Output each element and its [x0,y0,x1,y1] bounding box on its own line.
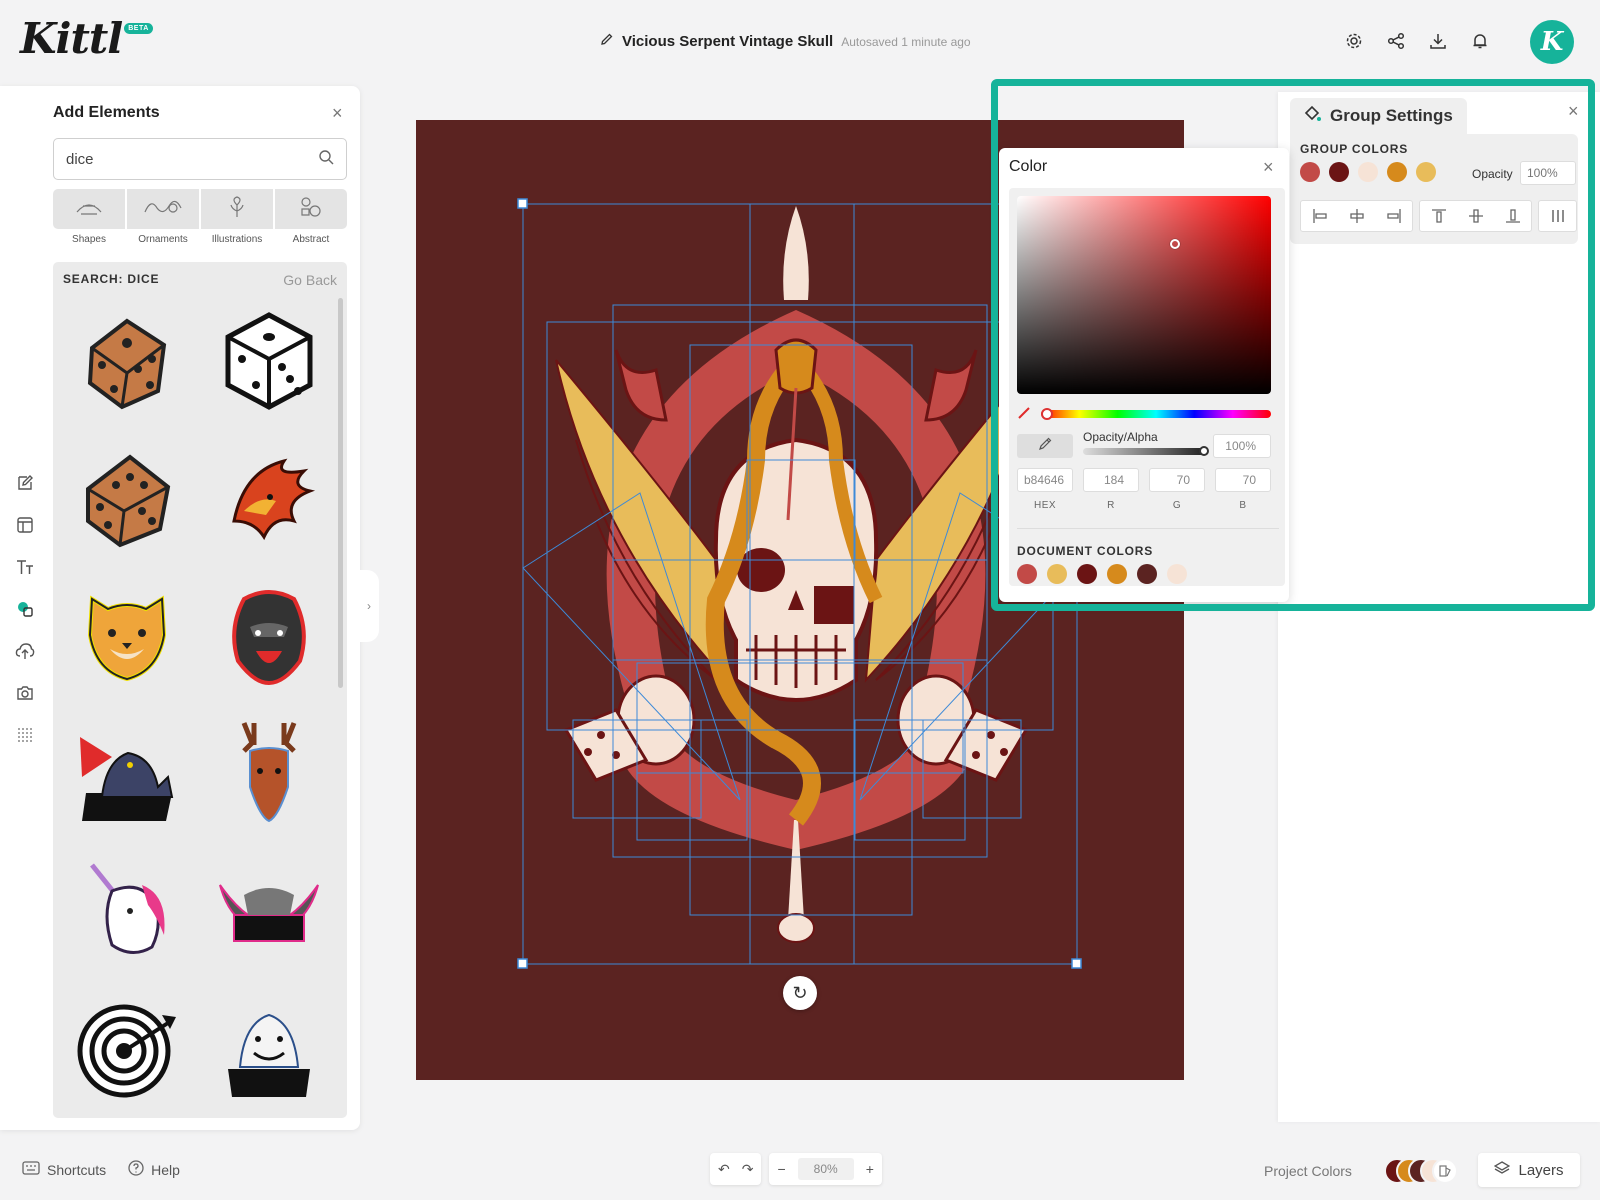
result-winged-banner[interactable] [209,850,329,970]
share-icon[interactable] [1386,31,1406,51]
edit-icon[interactable] [14,472,36,494]
layers-label: Layers [1518,1161,1564,1179]
collapse-panel-tab[interactable]: › [359,570,379,642]
category-label: Ornaments [138,234,188,245]
close-icon[interactable]: × [332,104,343,122]
result-phoenix-mascot[interactable] [209,436,329,556]
go-back-link[interactable]: Go Back [283,272,337,288]
zoom-controls: − 80% + [769,1153,882,1185]
ornaments-icon [143,196,183,223]
beta-badge: BETA [124,23,153,34]
category-ornaments[interactable]: Ornaments [127,189,199,245]
settings-icon[interactable] [1344,31,1364,51]
document-title[interactable]: Vicious Serpent Vintage Skull [622,33,833,50]
bell-icon[interactable] [1470,31,1490,51]
abstract-icon [299,196,323,223]
category-abstract[interactable]: Abstract [275,189,347,245]
avatar[interactable]: K [1530,20,1574,64]
panel-title: Add Elements [53,104,160,121]
layers-icon [1494,1160,1511,1180]
category-label: Shapes [72,234,106,245]
keyboard-icon [22,1161,40,1178]
shortcuts-label: Shortcuts [47,1161,107,1178]
search-icon[interactable] [318,149,334,170]
search-results: SEARCH: DICE Go Back [53,262,347,1118]
add-elements-panel: Add Elements × Shapes Ornaments Illustra… [0,86,360,1130]
more-icon[interactable] [14,724,36,746]
help-icon [128,1160,144,1179]
result-panther-fighter[interactable] [67,712,187,832]
result-brown-die[interactable] [67,298,187,418]
project-colors-button[interactable] [1384,1158,1464,1184]
search-field[interactable] [53,138,347,180]
category-illustrations[interactable]: Illustrations [201,189,273,245]
result-unicorn-mascot[interactable] [67,850,187,970]
project-colors-label: Project Colors [1264,1163,1352,1179]
elements-icon[interactable] [14,598,36,620]
result-brown-die-2[interactable] [67,436,187,556]
result-white-die[interactable] [209,298,329,418]
illustrations-icon [226,195,248,224]
download-icon[interactable] [1428,31,1448,51]
document-title-bar[interactable]: Vicious Serpent Vintage Skull Autosaved … [600,32,971,51]
text-icon[interactable] [14,556,36,578]
palette-icon [1432,1158,1458,1184]
redo-icon[interactable]: ↷ [742,1161,754,1178]
zoom-out-icon[interactable]: − [777,1161,785,1177]
pencil-icon[interactable] [600,32,614,51]
help-button[interactable]: Help [128,1160,180,1179]
highlight-frame [991,79,1595,611]
chevron-right-icon: › [367,599,371,613]
logo-text: Kittl [20,14,123,63]
kittl-logo[interactable]: Kittl BETA [20,14,153,64]
camera-icon[interactable] [14,682,36,704]
search-input[interactable] [66,150,286,168]
shortcuts-button[interactable]: Shortcuts [22,1160,106,1179]
result-gorilla-mascot[interactable] [209,574,329,694]
help-label: Help [151,1161,180,1178]
search-results-label: SEARCH: DICE [63,272,160,286]
category-shapes[interactable]: Shapes [53,189,125,245]
result-dartboard-target[interactable] [67,988,187,1108]
zoom-in-icon[interactable]: + [866,1161,874,1177]
layers-button[interactable]: Layers [1478,1153,1580,1187]
results-scrollbar[interactable] [338,298,343,688]
category-label: Abstract [292,234,330,245]
category-label: Illustrations [211,234,263,245]
result-bear-mascot[interactable] [209,988,329,1108]
shapes-icon [73,196,105,223]
zoom-level[interactable]: 80% [797,1158,854,1180]
history-controls: ↶ ↷ [710,1153,762,1185]
undo-icon[interactable]: ↶ [718,1161,730,1178]
rotate-handle[interactable]: ↻ [783,976,817,1010]
template-icon[interactable] [14,514,36,536]
rotate-icon: ↻ [792,982,808,1003]
autosave-status: Autosaved 1 minute ago [841,34,971,49]
result-deer-mascot[interactable] [209,712,329,832]
upload-icon[interactable] [14,640,36,662]
result-cheetah-mascot[interactable] [67,574,187,694]
